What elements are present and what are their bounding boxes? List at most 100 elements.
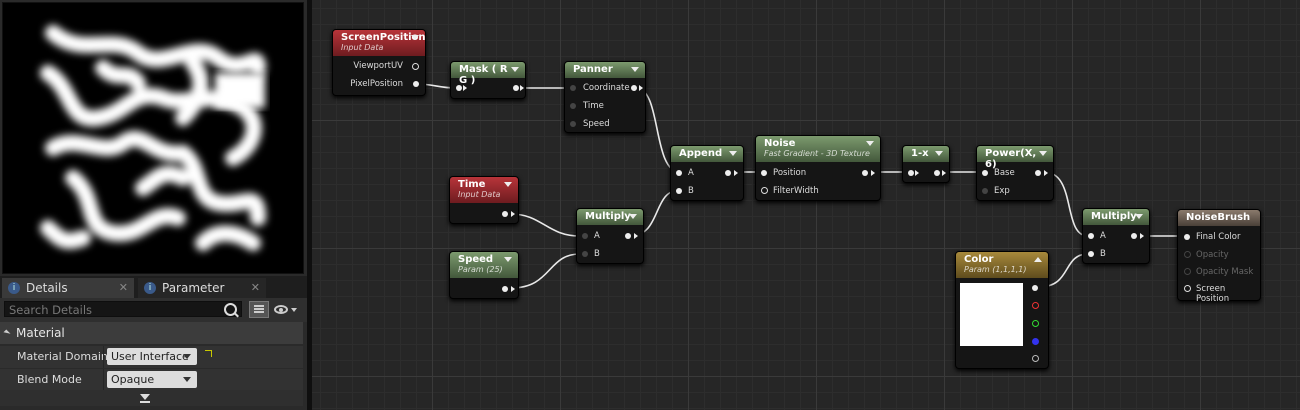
property-matrix-button[interactable]	[249, 301, 269, 318]
input-pin-a[interactable]	[676, 170, 682, 176]
node-title: Append	[679, 148, 723, 159]
node-append[interactable]: Append A B	[670, 145, 744, 201]
output-pin-pixelposition[interactable]	[413, 81, 419, 87]
chevron-down-icon[interactable]	[504, 257, 512, 262]
blend-mode-dropdown[interactable]: Opaque	[107, 371, 197, 388]
node-title: Speed	[458, 254, 494, 265]
node-title: Time	[458, 179, 486, 190]
input-pin[interactable]	[456, 85, 462, 91]
node-title: NoiseBrush	[1186, 212, 1251, 223]
output-pin-g[interactable]	[1032, 320, 1039, 327]
output-pin[interactable]	[513, 85, 519, 91]
output-pin[interactable]	[502, 286, 508, 292]
input-pin-opacity[interactable]	[1184, 251, 1191, 258]
tab-details[interactable]: i Details ✕	[2, 278, 134, 298]
input-pin-opacity-mask[interactable]	[1184, 268, 1191, 275]
output-pin[interactable]	[625, 233, 631, 239]
input-pin-a[interactable]	[582, 233, 588, 239]
chevron-down-icon[interactable]	[866, 141, 874, 146]
node-time[interactable]: Time Input Data	[449, 176, 519, 224]
output-pin[interactable]	[1131, 233, 1137, 239]
property-label: Material Domain	[17, 350, 108, 363]
output-pin[interactable]	[1035, 170, 1041, 176]
input-pin-filterwidth[interactable]	[761, 187, 768, 194]
material-domain-dropdown[interactable]: User Interface	[107, 348, 197, 365]
node-multiply[interactable]: Multiply A B	[576, 208, 644, 264]
pin-label: Opacity	[1196, 250, 1229, 260]
node-power[interactable]: Power(X, 6) Base Exp	[976, 145, 1054, 201]
parameter-icon: i	[144, 282, 156, 294]
input-pin-exp[interactable]	[982, 188, 988, 194]
output-pin[interactable]	[934, 170, 940, 176]
node-subtitle: Fast Gradient - 3D Texture	[764, 149, 870, 158]
input-pin-b[interactable]	[1088, 251, 1094, 257]
node-multiply[interactable]: Multiply A B	[1082, 208, 1150, 264]
node-title: Panner	[573, 64, 613, 75]
chevron-down-icon	[291, 308, 297, 312]
input-pin-position[interactable]	[761, 170, 767, 176]
output-pin[interactable]	[725, 170, 731, 176]
output-pin[interactable]	[502, 211, 508, 217]
search-icon[interactable]	[224, 303, 237, 316]
chevron-down-icon[interactable]	[935, 151, 943, 156]
pin-label: A	[688, 168, 694, 178]
node-mask-rg[interactable]: Mask ( R G )	[450, 61, 526, 99]
input-pin-a[interactable]	[1088, 233, 1094, 239]
input-pin-b[interactable]	[676, 188, 682, 194]
chevron-up-icon[interactable]	[1034, 257, 1042, 262]
output-pin-rgba[interactable]	[1032, 285, 1038, 291]
input-pin-base[interactable]	[982, 170, 988, 176]
node-noise[interactable]: Noise Fast Gradient - 3D Texture Positio…	[755, 135, 881, 201]
pin-label: A	[594, 231, 600, 241]
close-icon[interactable]: ✕	[119, 278, 128, 298]
node-title: Color	[964, 254, 994, 265]
chevron-down-icon[interactable]	[511, 67, 519, 72]
output-pin[interactable]	[862, 170, 868, 176]
node-screen-position[interactable]: ScreenPosition Input Data ViewportUV Pix…	[332, 29, 426, 96]
view-options-button[interactable]	[274, 302, 298, 318]
output-pin-label: ViewportUV	[353, 61, 403, 71]
details-tab-bar: i Details ✕ i Parameter Defaults ✕	[0, 276, 307, 315]
chevron-down-icon[interactable]	[629, 214, 637, 219]
chevron-down-icon[interactable]	[1039, 151, 1047, 156]
input-pin-speed[interactable]	[570, 121, 576, 127]
node-noise-brush-result[interactable]: NoiseBrush Final Color Opacity Opacity M…	[1177, 209, 1261, 304]
input-pin-coordinate[interactable]	[570, 85, 576, 91]
wire	[510, 253, 581, 289]
material-preview-viewport[interactable]	[2, 2, 304, 274]
advanced-expand-button[interactable]	[0, 390, 303, 406]
chevron-down-icon[interactable]	[729, 151, 737, 156]
input-pin-b[interactable]	[582, 251, 588, 257]
chevron-down-icon[interactable]	[1135, 214, 1143, 219]
output-pin-viewportuv[interactable]	[412, 63, 419, 70]
pin-label: Time	[583, 101, 604, 111]
node-header: Mask ( R G )	[451, 62, 525, 86]
chevron-down-icon[interactable]	[631, 67, 639, 72]
output-pin-a[interactable]	[1032, 355, 1039, 362]
input-pin-screen-position[interactable]	[1184, 285, 1191, 292]
search-details-input[interactable]: Search Details	[4, 301, 242, 317]
color-swatch[interactable]	[960, 283, 1023, 346]
output-pin-r[interactable]	[1032, 302, 1039, 309]
tab-parameter-defaults[interactable]: i Parameter Defaults ✕	[138, 278, 266, 315]
node-title: Multiply	[1091, 211, 1137, 222]
input-pin[interactable]	[908, 170, 914, 176]
input-pin-final-color[interactable]	[1184, 234, 1190, 240]
node-color[interactable]: Color Param (1,1,1,1)	[955, 251, 1049, 369]
node-speed[interactable]: Speed Param (25)	[449, 251, 519, 299]
input-pin-time[interactable]	[570, 103, 576, 109]
chevron-down-icon[interactable]	[411, 35, 419, 40]
output-pin[interactable]	[631, 85, 637, 91]
output-pin-b[interactable]	[1032, 338, 1039, 345]
pin-label: Exp	[994, 186, 1010, 196]
node-header: Noise Fast Gradient - 3D Texture	[756, 136, 880, 162]
reset-to-default-icon[interactable]	[205, 350, 212, 357]
node-subtitle: Param (1,1,1,1)	[964, 265, 1027, 274]
chevron-down-icon[interactable]	[504, 182, 512, 187]
node-panner[interactable]: Panner Coordinate Time Speed	[564, 61, 646, 133]
category-material[interactable]: Material	[0, 322, 303, 344]
close-icon[interactable]: ✕	[251, 278, 260, 298]
dropdown-value: Opaque	[111, 373, 155, 386]
material-graph-canvas[interactable]: ScreenPosition Input Data ViewportUV Pix…	[312, 0, 1300, 410]
node-one-minus[interactable]: 1-x	[902, 145, 950, 183]
